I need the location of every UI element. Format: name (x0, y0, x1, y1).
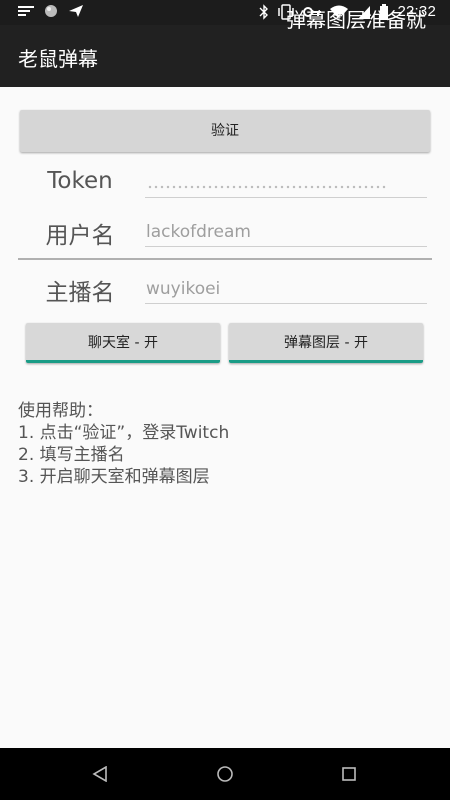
verify-button[interactable]: 验证 (20, 110, 430, 152)
help-line-2: 2. 填写主播名 (18, 445, 125, 465)
username-field[interactable]: lackofdream (145, 212, 427, 247)
help-line-3: 3. 开启聊天室和弹幕图层 (18, 467, 210, 487)
streamer-field[interactable]: wuyikoei (145, 269, 427, 304)
send-icon (68, 4, 84, 18)
back-icon[interactable] (92, 765, 108, 783)
streamer-value: wuyikoei (146, 279, 221, 299)
streamer-label: 主播名 (45, 280, 115, 306)
username-value: lackofdream (146, 222, 251, 242)
token-password-mask (147, 185, 387, 189)
menu-icon (18, 4, 34, 18)
danmaku-overlay-text: 弹幕图层准备就 (286, 8, 426, 32)
chat-room-toggle-button[interactable]: 聊天室 - 开 (26, 323, 220, 363)
username-label: 用户名 (45, 223, 115, 249)
help-section: 使用帮助： 1. 点击“验证”，登录Twitch 2. 填写主播名 3. 开启聊… (18, 400, 229, 488)
app-bar: 老鼠弹幕 (0, 25, 450, 87)
recents-icon[interactable] (342, 767, 356, 781)
navigation-bar (0, 748, 450, 800)
bluetooth-icon (259, 3, 269, 20)
app-title: 老鼠弹幕 (18, 47, 98, 71)
help-title: 使用帮助： (18, 401, 103, 421)
circle-icon (44, 4, 58, 18)
token-label: Token (47, 168, 113, 194)
danmaku-layer-toggle-button[interactable]: 弹幕图层 - 开 (229, 323, 423, 363)
help-line-1: 1. 点击“验证”，登录Twitch (18, 423, 230, 443)
home-icon[interactable] (216, 765, 234, 783)
token-field[interactable] (145, 163, 427, 198)
divider (18, 258, 432, 260)
